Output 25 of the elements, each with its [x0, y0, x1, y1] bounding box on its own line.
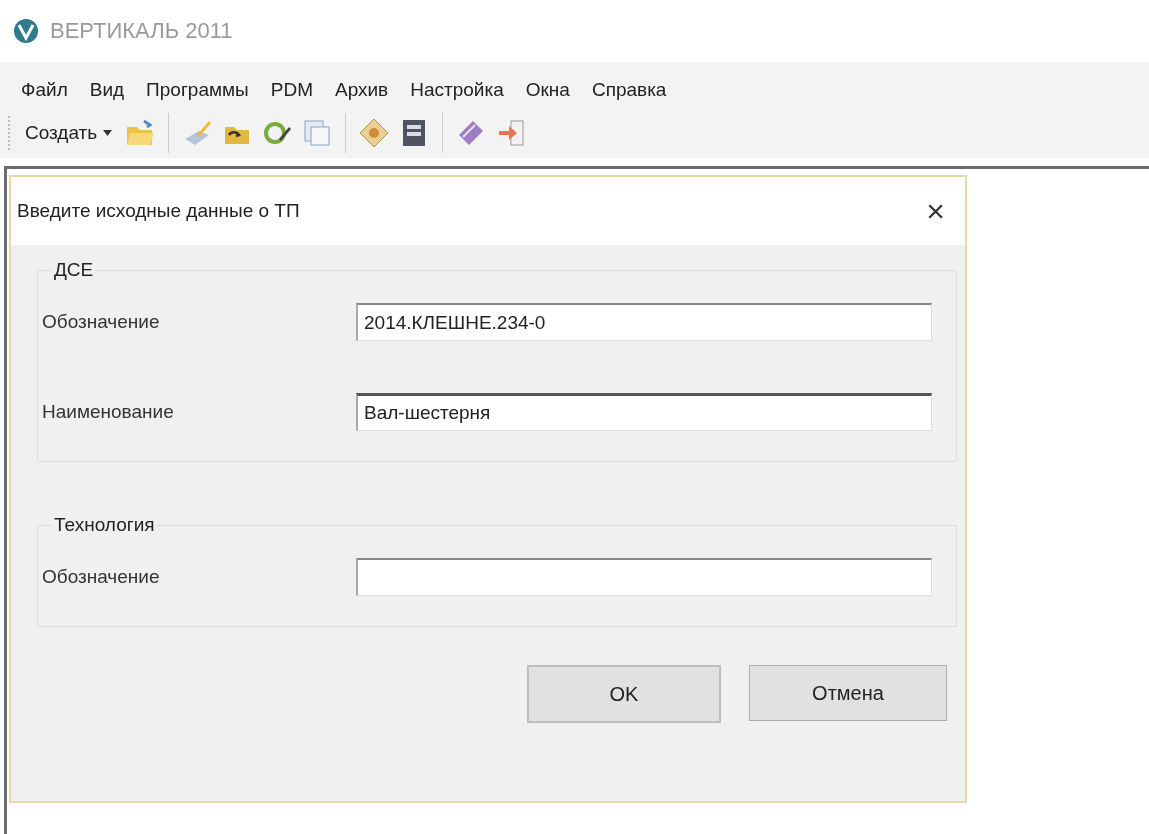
- group-title: ДСЕ: [53, 259, 95, 281]
- menu-item[interactable]: Архив: [323, 75, 400, 105]
- menu-item[interactable]: PDM: [259, 75, 324, 105]
- menu-item[interactable]: Файл: [10, 75, 79, 105]
- menu-item[interactable]: Вид: [78, 75, 136, 105]
- close-button[interactable]: ×: [920, 195, 951, 227]
- logo-icon: [12, 17, 40, 45]
- input-field[interactable]: Вал-шестерня: [356, 393, 932, 431]
- caret-icon: [103, 130, 113, 136]
- field-label: Обозначение: [42, 311, 161, 333]
- field-label: Наименование: [42, 401, 175, 423]
- field-label: Обозначение: [42, 566, 161, 588]
- menu-item[interactable]: Настройка: [399, 75, 515, 105]
- ok-button[interactable]: OK: [527, 665, 721, 723]
- dialog-title: Введите исходные данные о ТП: [17, 200, 300, 222]
- cancel-button[interactable]: Отмена: [749, 665, 947, 721]
- menu-item[interactable]: Программы: [135, 75, 260, 105]
- input-field[interactable]: [356, 558, 932, 596]
- diamond-icon[interactable]: [358, 117, 391, 149]
- create-button[interactable]: Создать: [21, 118, 117, 148]
- group-title: Технология: [53, 514, 156, 536]
- menu-item[interactable]: Справка: [580, 75, 678, 105]
- menu-item[interactable]: Окна: [514, 75, 581, 105]
- window-title: ВЕРТИКАЛЬ 2011: [50, 18, 233, 44]
- input-field[interactable]: 2014.КЛЕШНЕ.234-0: [356, 303, 932, 341]
